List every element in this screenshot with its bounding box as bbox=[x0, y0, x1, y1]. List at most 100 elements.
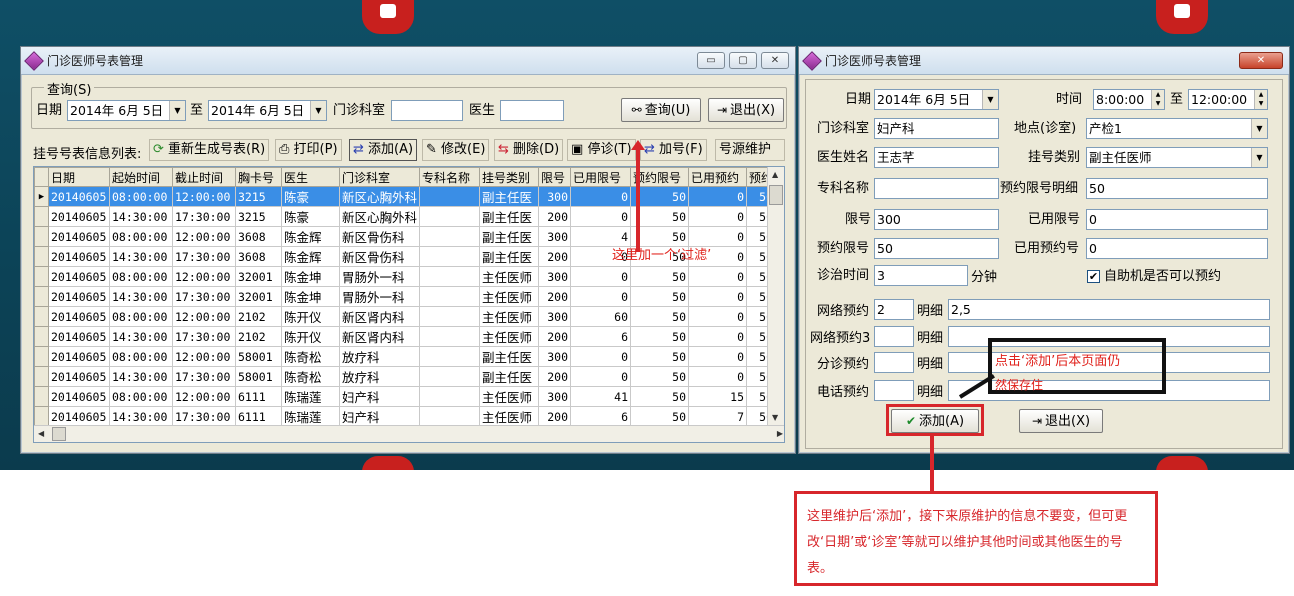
scroll-right-icon[interactable]: ▶ bbox=[777, 429, 783, 438]
row-indicator[interactable] bbox=[34, 206, 49, 227]
table-cell[interactable] bbox=[419, 406, 481, 427]
vertical-scrollbar[interactable]: ▲ ▼ bbox=[767, 167, 784, 442]
table-cell[interactable]: 0 bbox=[570, 346, 632, 367]
table-row[interactable]: 20140605 08:00:00 12:00:00 2102 陈开仪 新区肾内科 主任医师… bbox=[34, 306, 777, 327]
table-cell[interactable]: 陈金坤 bbox=[281, 266, 340, 287]
table-cell[interactable]: 20140605 bbox=[48, 326, 110, 347]
table-row[interactable]: 20140605 08:00:00 12:00:00 58001 陈奇松 放疗科 副主任医 3… bbox=[34, 346, 777, 367]
table-cell[interactable]: 主任医师 bbox=[479, 326, 540, 347]
table-cell[interactable]: 08:00:00 bbox=[109, 386, 173, 407]
current-row-indicator-icon[interactable]: ▶ bbox=[34, 186, 49, 207]
table-cell[interactable]: 主任医师 bbox=[479, 406, 540, 427]
table-cell[interactable]: 17:30:00 bbox=[172, 206, 236, 227]
table-cell[interactable]: 0 bbox=[570, 186, 632, 207]
row-indicator[interactable] bbox=[34, 366, 49, 387]
table-cell[interactable] bbox=[419, 266, 481, 287]
table-cell[interactable]: 12:00:00 bbox=[172, 266, 236, 287]
table-cell[interactable] bbox=[419, 346, 481, 367]
stop-clinic-button[interactable]: ▣ 停诊(T) bbox=[567, 139, 636, 161]
table-cell[interactable]: 副主任医 bbox=[479, 366, 540, 387]
column-header[interactable]: 日期 bbox=[48, 167, 110, 187]
column-header[interactable]: 医生 bbox=[281, 167, 340, 187]
column-header[interactable]: 限号 bbox=[538, 167, 572, 187]
table-cell[interactable] bbox=[419, 306, 481, 327]
table-cell[interactable]: 陈金辉 bbox=[281, 226, 340, 247]
row-indicator[interactable] bbox=[34, 386, 49, 407]
table-cell[interactable]: 50 bbox=[630, 306, 690, 327]
phone-appt-input[interactable] bbox=[874, 380, 914, 401]
table-cell[interactable]: 200 bbox=[538, 326, 572, 347]
table-cell[interactable]: 08:00:00 bbox=[109, 266, 173, 287]
table-cell[interactable]: 300 bbox=[538, 186, 572, 207]
time-to-input[interactable]: 12:00:00 ▲ ▼ bbox=[1188, 89, 1268, 110]
table-cell[interactable]: 200 bbox=[538, 406, 572, 427]
date-to-picker[interactable]: 2014年 6月 5日 ▼ bbox=[208, 100, 327, 121]
table-cell[interactable]: 主任医师 bbox=[479, 286, 540, 307]
add-number-button[interactable]: ⇄ 加号(F) bbox=[640, 139, 707, 161]
table-cell[interactable]: 14:30:00 bbox=[109, 406, 173, 427]
table-cell[interactable]: 20140605 bbox=[48, 386, 110, 407]
table-row[interactable]: 20140605 14:30:00 17:30:00 32001 陈金坤 胃肠外一科 主任医… bbox=[34, 286, 777, 307]
table-cell[interactable]: 50 bbox=[630, 266, 690, 287]
spinner-icon[interactable]: ▲ ▼ bbox=[1254, 90, 1267, 109]
table-cell[interactable]: 32001 bbox=[235, 286, 282, 307]
table-cell[interactable] bbox=[419, 386, 481, 407]
table-cell[interactable] bbox=[419, 366, 481, 387]
table-cell[interactable]: 60 bbox=[570, 306, 632, 327]
table-cell[interactable]: 15 bbox=[688, 386, 748, 407]
used-limit-input[interactable]: 0 bbox=[1086, 209, 1268, 230]
horizontal-scrollbar[interactable]: ◀ ▶ bbox=[34, 425, 784, 442]
table-cell[interactable] bbox=[419, 286, 481, 307]
table-cell[interactable]: 2102 bbox=[235, 326, 282, 347]
appt-limit-input[interactable]: 50 bbox=[874, 238, 999, 259]
table-cell[interactable]: 300 bbox=[538, 306, 572, 327]
dropdown-arrow-icon[interactable]: ▼ bbox=[982, 90, 998, 109]
table-cell[interactable]: 主任医师 bbox=[479, 266, 540, 287]
triage-appt-input[interactable] bbox=[874, 352, 914, 373]
table-cell[interactable]: 32001 bbox=[235, 266, 282, 287]
print-button[interactable]: ⎙ 打印(P) bbox=[275, 139, 342, 161]
table-row[interactable]: 20140605 14:30:00 17:30:00 58001 陈奇松 放疗科 副主任医 2… bbox=[34, 366, 777, 387]
table-cell[interactable]: 300 bbox=[538, 346, 572, 367]
table-cell[interactable]: 41 bbox=[570, 386, 632, 407]
table-cell[interactable]: 300 bbox=[538, 386, 572, 407]
table-cell[interactable]: 副主任医 bbox=[479, 226, 540, 247]
table-cell[interactable]: 50 bbox=[630, 346, 690, 367]
table-cell[interactable]: 200 bbox=[538, 246, 572, 267]
table-cell[interactable]: 50 bbox=[630, 386, 690, 407]
column-header[interactable]: 起始时间 bbox=[109, 167, 173, 187]
table-cell[interactable]: 3215 bbox=[235, 186, 282, 207]
table-cell[interactable]: 0 bbox=[688, 186, 748, 207]
table-cell[interactable]: 陈瑞莲 bbox=[281, 386, 340, 407]
table-cell[interactable]: 3215 bbox=[235, 206, 282, 227]
table-cell[interactable]: 0 bbox=[688, 366, 748, 387]
minimize-button[interactable]: ▭ bbox=[697, 52, 725, 69]
row-indicator[interactable] bbox=[34, 246, 49, 267]
table-cell[interactable]: 20140605 bbox=[48, 186, 110, 207]
table-cell[interactable]: 12:00:00 bbox=[172, 346, 236, 367]
table-cell[interactable]: 300 bbox=[538, 226, 572, 247]
table-cell[interactable]: 20140605 bbox=[48, 206, 110, 227]
table-cell[interactable]: 副主任医 bbox=[479, 246, 540, 267]
table-cell[interactable] bbox=[419, 326, 481, 347]
table-cell[interactable]: 副主任医 bbox=[479, 346, 540, 367]
table-cell[interactable]: 17:30:00 bbox=[172, 326, 236, 347]
table-cell[interactable]: 7 bbox=[688, 406, 748, 427]
table-cell[interactable]: 20140605 bbox=[48, 306, 110, 327]
table-cell[interactable]: 58001 bbox=[235, 366, 282, 387]
table-cell[interactable]: 0 bbox=[688, 206, 748, 227]
table-cell[interactable]: 陈奇松 bbox=[281, 346, 340, 367]
table-cell[interactable]: 胃肠外一科 bbox=[338, 286, 421, 307]
column-header[interactable]: 截止时间 bbox=[172, 167, 236, 187]
table-cell[interactable]: 新区肾内科 bbox=[338, 306, 421, 327]
table-cell[interactable]: 3608 bbox=[235, 246, 282, 267]
dropdown-arrow-icon[interactable]: ▼ bbox=[169, 101, 185, 120]
delete-button[interactable]: ⇆ 删除(D) bbox=[494, 139, 564, 161]
table-row[interactable]: 20140605 14:30:00 17:30:00 2102 陈开仪 新区肾内科 主任医师… bbox=[34, 326, 777, 347]
table-cell[interactable]: 0 bbox=[570, 206, 632, 227]
table-cell[interactable]: 200 bbox=[538, 286, 572, 307]
row-indicator[interactable] bbox=[34, 306, 49, 327]
table-cell[interactable]: 12:00:00 bbox=[172, 226, 236, 247]
table-cell[interactable]: 0 bbox=[570, 366, 632, 387]
table-cell[interactable]: 陈金辉 bbox=[281, 246, 340, 267]
